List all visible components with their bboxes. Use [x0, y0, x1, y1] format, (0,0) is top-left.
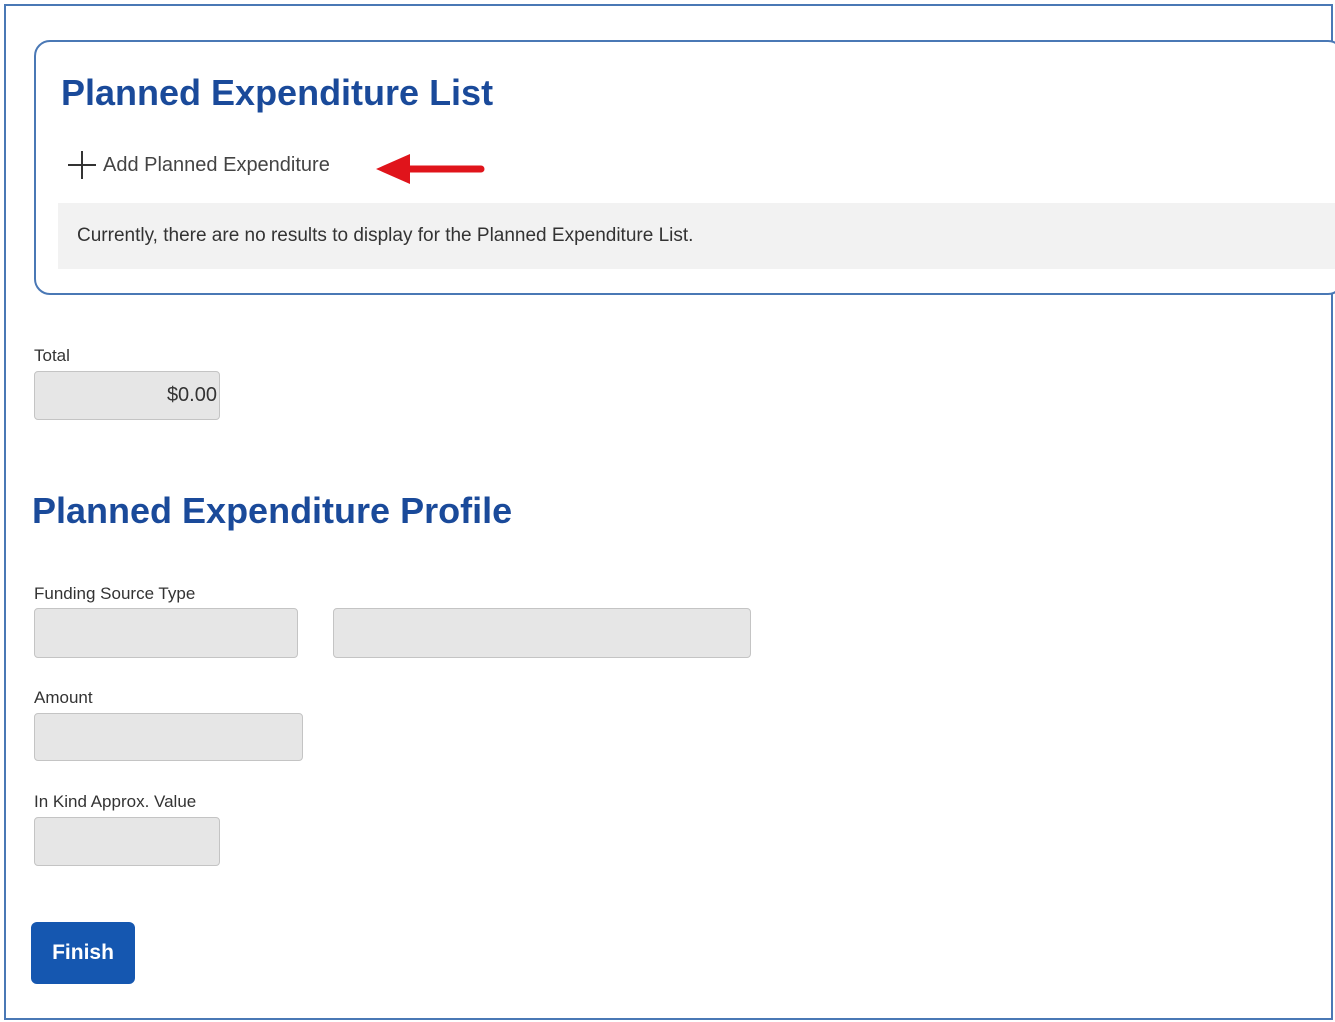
add-planned-expenditure-button[interactable]: Add Planned Expenditure	[68, 150, 330, 180]
amount-field[interactable]	[34, 713, 303, 761]
planned-expenditure-list-title: Planned Expenditure List	[61, 72, 494, 113]
funding-source-detail-field[interactable]	[333, 608, 751, 658]
plus-icon	[68, 151, 96, 179]
empty-results-message: Currently, there are no results to displ…	[58, 203, 1335, 269]
funding-source-type-field[interactable]	[34, 608, 298, 658]
planned-expenditure-profile-title: Planned Expenditure Profile	[32, 490, 513, 531]
finish-button[interactable]: Finish	[31, 922, 135, 984]
add-planned-expenditure-label: Add Planned Expenditure	[103, 153, 330, 176]
total-field: $0.00	[34, 371, 220, 420]
total-label: Total	[34, 346, 70, 365]
in-kind-approx-value-label: In Kind Approx. Value	[34, 792, 197, 811]
amount-label: Amount	[34, 688, 93, 707]
funding-source-type-label: Funding Source Type	[34, 584, 196, 603]
in-kind-approx-value-field[interactable]	[34, 817, 220, 866]
total-value: $0.00	[166, 384, 217, 406]
red-arrow-annotation	[376, 154, 485, 184]
